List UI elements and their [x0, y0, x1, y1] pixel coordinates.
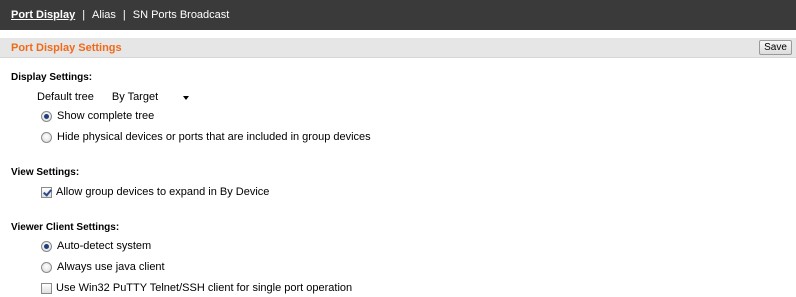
always-java-radio[interactable]: [41, 261, 52, 273]
hide-physical-devices-option[interactable]: Hide physical devices or ports that are …: [41, 131, 371, 143]
auto-detect-option[interactable]: Auto-detect system: [41, 240, 151, 252]
auto-detect-label: Auto-detect system: [57, 240, 152, 252]
nav-separator: |: [122, 9, 126, 21]
allow-group-expand-option[interactable]: Allow group devices to expand in By Devi…: [41, 186, 269, 198]
allow-group-expand-checkbox[interactable]: [41, 186, 52, 198]
tab-alias[interactable]: Alias: [92, 9, 116, 21]
nav-separator: |: [82, 9, 86, 21]
show-complete-tree-radio[interactable]: [41, 110, 52, 122]
save-button[interactable]: Save: [759, 40, 792, 55]
default-tree-row: Default tree By Target: [37, 89, 194, 105]
view-settings-heading: View Settings:: [11, 167, 80, 178]
section-header-bar: Port Display Settings Save: [0, 38, 796, 58]
show-complete-tree-option[interactable]: Show complete tree: [41, 110, 154, 122]
viewer-client-settings-heading: Viewer Client Settings:: [11, 222, 120, 233]
default-tree-label: Default tree: [37, 91, 94, 103]
putty-client-option[interactable]: Use Win32 PuTTY Telnet/SSH client for si…: [41, 282, 352, 294]
default-tree-value: By Target: [111, 91, 159, 103]
putty-client-label: Use Win32 PuTTY Telnet/SSH client for si…: [56, 282, 353, 294]
tab-sn-ports-broadcast[interactable]: SN Ports Broadcast: [133, 9, 230, 21]
auto-detect-radio[interactable]: [41, 240, 52, 252]
display-settings-heading: Display Settings:: [11, 72, 93, 83]
default-tree-select[interactable]: By Target: [109, 89, 194, 105]
section-title: Port Display Settings: [11, 42, 122, 54]
show-complete-tree-label: Show complete tree: [57, 110, 155, 122]
hide-physical-devices-radio[interactable]: [41, 131, 52, 143]
allow-group-expand-label: Allow group devices to expand in By Devi…: [56, 186, 270, 198]
always-java-option[interactable]: Always use java client: [41, 261, 165, 273]
putty-client-checkbox[interactable]: [41, 282, 52, 294]
top-nav-bar: Port Display | Alias | SN Ports Broadcas…: [0, 0, 796, 30]
always-java-label: Always use java client: [57, 261, 165, 273]
tab-port-display[interactable]: Port Display: [11, 9, 75, 21]
hide-physical-devices-label: Hide physical devices or ports that are …: [57, 131, 371, 143]
chevron-down-icon: [182, 96, 189, 100]
